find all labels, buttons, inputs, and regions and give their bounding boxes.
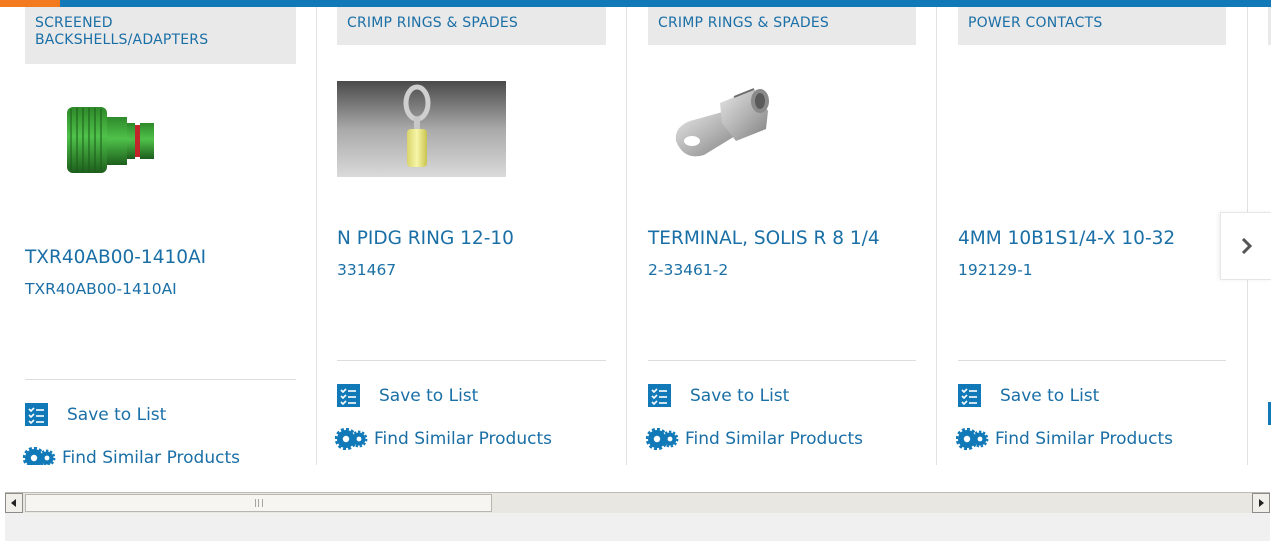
arrow-right-icon [1259, 499, 1264, 507]
gears-icon [23, 447, 56, 465]
product-title-link[interactable]: 4MM 10B1S1/4-X 10-32 [958, 228, 1175, 249]
category-label: CRIMP RINGS & SPADES [337, 7, 606, 45]
grip-icon [254, 499, 263, 507]
scrollbar-thumb[interactable] [25, 494, 492, 512]
save-to-list-button[interactable]: Save to List [25, 403, 166, 426]
find-similar-label: Find Similar Products [995, 429, 1173, 449]
product-card: CRIMP RINGS & SPADES TERMINAL, SOLIS R 8… [646, 7, 916, 465]
card-separator [958, 360, 1226, 361]
gears-icon [956, 428, 989, 450]
gears-icon [335, 428, 368, 450]
save-to-list-button[interactable]: Save to List [958, 384, 1099, 407]
save-to-list-label: Save to List [379, 385, 479, 406]
part-number-link[interactable]: TXR40AB00-1410AI [25, 280, 177, 298]
top-brand-bar [0, 0, 1271, 7]
product-card: SCREENED BACKSHELLS/ADAPTERS TXR40AB00-1… [23, 7, 296, 465]
find-similar-button[interactable]: Find Similar Products [335, 428, 552, 450]
find-similar-button[interactable]: Find Similar Products [956, 428, 1173, 450]
product-title-link[interactable]: TERMINAL, SOLIS R 8 1/4 [648, 228, 880, 249]
product-title-link[interactable]: TXR40AB00-1410AI [25, 247, 206, 268]
part-number-link[interactable]: 331467 [337, 261, 396, 279]
carousel-next-button[interactable] [1220, 212, 1271, 280]
bottom-panel [5, 513, 1270, 541]
scroll-left-button[interactable] [5, 493, 23, 513]
category-label: SCREENED BACKSHELLS/ADAPTERS [25, 7, 296, 64]
save-to-list-label: Save to List [67, 404, 167, 425]
gears-icon [646, 428, 679, 450]
save-to-list-button[interactable]: Save to List [337, 384, 478, 407]
category-label: CRIMP RINGS & SPADES [648, 7, 916, 45]
card-separator [25, 379, 296, 380]
product-card: POWER CONTACTS 4MM 10B1S1/4-X 10-32 1921… [956, 7, 1226, 465]
save-to-list-label: Save to List [690, 385, 790, 406]
category-label: POWER CONTACTS [958, 7, 1226, 45]
card-divider [316, 7, 317, 465]
green-backshell-image [67, 107, 154, 173]
scroll-right-button[interactable] [1252, 493, 1270, 513]
product-card: CRIMP RINGS & SPADES N PIDG RING 12-10 3… [335, 7, 606, 465]
product-carousel: SCREENED BACKSHELLS/ADAPTERS TXR40AB00-1… [0, 7, 1271, 465]
arrow-left-icon [11, 499, 16, 507]
find-similar-button[interactable]: Find Similar Products [646, 428, 863, 450]
part-number-link[interactable]: 2-33461-2 [648, 261, 728, 279]
save-to-list-label: Save to List [1000, 385, 1100, 406]
card-separator [337, 360, 606, 361]
save-to-list-button[interactable]: Save to List [648, 384, 789, 407]
checklist-icon [648, 384, 671, 407]
product-title-link[interactable]: N PIDG RING 12-10 [337, 228, 514, 249]
find-similar-label: Find Similar Products [685, 429, 863, 449]
solistrand-ring-terminal-image [675, 88, 769, 157]
top-accent-strip [0, 0, 60, 7]
checklist-icon [337, 384, 360, 407]
chevron-right-icon [1241, 238, 1253, 254]
checklist-icon [958, 384, 981, 407]
find-similar-label: Find Similar Products [374, 429, 552, 449]
horizontal-scrollbar[interactable] [5, 492, 1270, 513]
card-divider [936, 7, 937, 465]
find-similar-label: Find Similar Products [62, 448, 240, 465]
find-similar-button[interactable]: Find Similar Products [23, 447, 240, 465]
yellow-ring-terminal-image [337, 81, 506, 177]
card-separator [648, 360, 916, 361]
card-divider [626, 7, 627, 465]
part-number-link[interactable]: 192129-1 [958, 261, 1033, 279]
checklist-icon [25, 403, 48, 426]
